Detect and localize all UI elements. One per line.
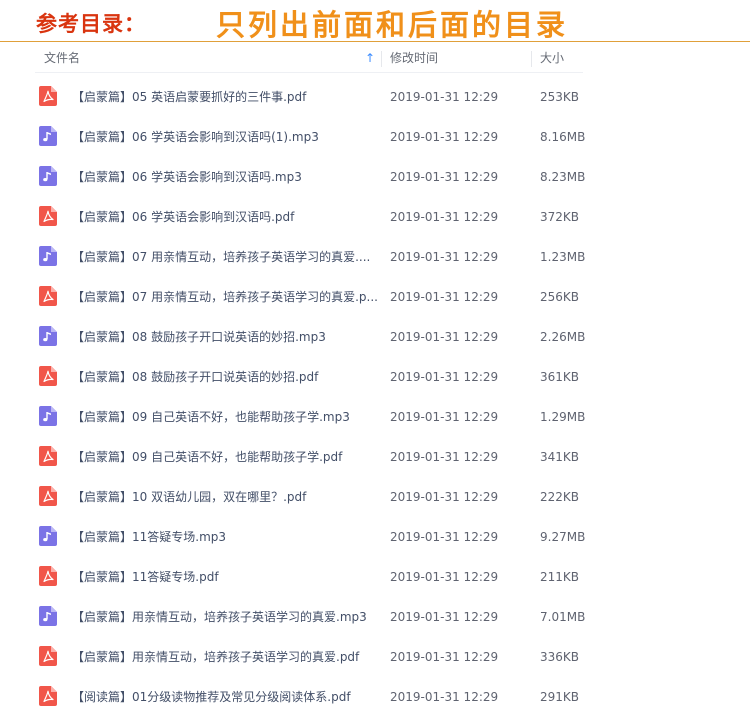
file-modified-time: 2019-01-31 12:29 <box>390 490 499 504</box>
file-row[interactable]: 【启蒙篇】10 双语幼儿园，双在哪里？.pdf 2019-01-31 12:29… <box>35 477 595 517</box>
pdf-icon <box>39 686 57 706</box>
file-modified-time: 2019-01-31 12:29 <box>390 650 499 664</box>
file-row[interactable]: 【启蒙篇】06 学英语会影响到汉语吗.mp3 2019-01-31 12:29 … <box>35 157 595 197</box>
file-row[interactable]: 【启蒙篇】06 学英语会影响到汉语吗.pdf 2019-01-31 12:29 … <box>35 197 595 237</box>
file-size: 291KB <box>540 690 580 704</box>
file-size: 1.23MB <box>540 250 586 264</box>
file-name[interactable]: 【启蒙篇】07 用亲情互动，培养孩子英语学习的真爱.p... <box>72 277 377 317</box>
banner-note: 只列出前面和后面的目录 <box>216 8 569 42</box>
file-modified-time: 2019-01-31 12:29 <box>390 410 499 424</box>
pdf-icon <box>39 486 57 506</box>
file-name[interactable]: 【启蒙篇】06 学英语会影响到汉语吗.mp3 <box>72 157 377 197</box>
file-size: 361KB <box>540 370 580 384</box>
file-name[interactable]: 【启蒙篇】08 鼓励孩子开口说英语的妙招.pdf <box>72 357 377 397</box>
file-row[interactable]: 【启蒙篇】05 英语启蒙要抓好的三件事.pdf 2019-01-31 12:29… <box>35 77 595 117</box>
file-name[interactable]: 【启蒙篇】用亲情互动，培养孩子英语学习的真爱.pdf <box>72 637 377 677</box>
file-modified-time: 2019-01-31 12:29 <box>390 330 499 344</box>
file-size: 336KB <box>540 650 580 664</box>
pdf-icon <box>39 366 57 386</box>
file-row[interactable]: 【启蒙篇】09 自己英语不好，也能帮助孩子学.mp3 2019-01-31 12… <box>35 397 595 437</box>
file-modified-time: 2019-01-31 12:29 <box>390 170 499 184</box>
file-row[interactable]: 【启蒙篇】08 鼓励孩子开口说英语的妙招.pdf 2019-01-31 12:2… <box>35 357 595 397</box>
file-name[interactable]: 【启蒙篇】06 学英语会影响到汉语吗.pdf <box>72 197 377 237</box>
file-name[interactable]: 【启蒙篇】11答疑专场.mp3 <box>72 517 377 557</box>
file-modified-time: 2019-01-31 12:29 <box>390 690 499 704</box>
file-size: 211KB <box>540 570 580 584</box>
file-modified-time: 2019-01-31 12:29 <box>390 290 499 304</box>
file-size: 9.27MB <box>540 530 586 544</box>
file-name[interactable]: 【启蒙篇】09 自己英语不好，也能帮助孩子学.pdf <box>72 437 377 477</box>
file-size: 1.29MB <box>540 410 586 424</box>
file-row[interactable]: 【启蒙篇】11答疑专场.pdf 2019-01-31 12:29 211KB <box>35 557 595 597</box>
banner: 参考目录： 只列出前面和后面的目录 <box>0 0 750 44</box>
music-file-icon <box>39 526 57 546</box>
pdf-icon <box>39 206 57 226</box>
file-row[interactable]: 【启蒙篇】11答疑专场.mp3 2019-01-31 12:29 9.27MB <box>35 517 595 557</box>
file-name[interactable]: 【启蒙篇】05 英语启蒙要抓好的三件事.pdf <box>72 77 377 117</box>
file-row[interactable]: 【启蒙篇】用亲情互动，培养孩子英语学习的真爱.pdf 2019-01-31 12… <box>35 637 595 677</box>
column-divider[interactable] <box>531 51 532 67</box>
banner-label: 参考目录： <box>36 11 146 36</box>
file-modified-time: 2019-01-31 12:29 <box>390 450 499 464</box>
file-name[interactable]: 【启蒙篇】10 双语幼儿园，双在哪里？.pdf <box>72 477 377 517</box>
music-file-icon <box>39 606 57 626</box>
banner-divider <box>0 41 750 42</box>
file-size: 253KB <box>540 90 580 104</box>
file-name[interactable]: 【启蒙篇】08 鼓励孩子开口说英语的妙招.mp3 <box>72 317 377 357</box>
pdf-icon <box>39 86 57 106</box>
pdf-icon <box>39 566 57 586</box>
column-header-modified[interactable]: 修改时间 <box>390 45 438 72</box>
music-file-icon <box>39 166 57 186</box>
file-size: 8.16MB <box>540 130 586 144</box>
pdf-icon <box>39 286 57 306</box>
file-row[interactable]: 【启蒙篇】09 自己英语不好，也能帮助孩子学.pdf 2019-01-31 12… <box>35 437 595 477</box>
file-size: 222KB <box>540 490 580 504</box>
column-header-size[interactable]: 大小 <box>540 45 564 72</box>
file-name[interactable]: 【启蒙篇】用亲情互动，培养孩子英语学习的真爱.mp3 <box>72 597 377 637</box>
file-name[interactable]: 【启蒙篇】07 用亲情互动，培养孩子英语学习的真爱.... <box>72 237 377 277</box>
file-size: 372KB <box>540 210 580 224</box>
file-modified-time: 2019-01-31 12:29 <box>390 570 499 584</box>
file-row[interactable]: 【启蒙篇】用亲情互动，培养孩子英语学习的真爱.mp3 2019-01-31 12… <box>35 597 595 637</box>
music-file-icon <box>39 246 57 266</box>
file-name[interactable]: 【启蒙篇】09 自己英语不好，也能帮助孩子学.mp3 <box>72 397 377 437</box>
file-modified-time: 2019-01-31 12:29 <box>390 610 499 624</box>
file-name[interactable]: 【阅读篇】01分级读物推荐及常见分级阅读体系.pdf <box>72 677 377 717</box>
sort-ascending-icon[interactable]: ↑ <box>365 45 375 72</box>
file-row[interactable]: 【启蒙篇】07 用亲情互动，培养孩子英语学习的真爱.p... 2019-01-3… <box>35 277 595 317</box>
column-header-name[interactable]: 文件名 <box>44 45 80 72</box>
music-file-icon <box>39 406 57 426</box>
file-modified-time: 2019-01-31 12:29 <box>390 130 499 144</box>
file-modified-time: 2019-01-31 12:29 <box>390 370 499 384</box>
file-size: 2.26MB <box>540 330 586 344</box>
file-row[interactable]: 【阅读篇】01分级读物推荐及常见分级阅读体系.pdf 2019-01-31 12… <box>35 677 595 717</box>
file-row[interactable]: 【启蒙篇】07 用亲情互动，培养孩子英语学习的真爱.... 2019-01-31… <box>35 237 595 277</box>
column-divider[interactable] <box>381 51 382 67</box>
file-modified-time: 2019-01-31 12:29 <box>390 90 499 104</box>
pdf-icon <box>39 646 57 666</box>
file-name[interactable]: 【启蒙篇】11答疑专场.pdf <box>72 557 377 597</box>
file-modified-time: 2019-01-31 12:29 <box>390 250 499 264</box>
file-size: 8.23MB <box>540 170 586 184</box>
pdf-icon <box>39 446 57 466</box>
file-name[interactable]: 【启蒙篇】06 学英语会影响到汉语吗(1).mp3 <box>72 117 377 157</box>
music-file-icon <box>39 126 57 146</box>
file-row[interactable]: 【启蒙篇】06 学英语会影响到汉语吗(1).mp3 2019-01-31 12:… <box>35 117 595 157</box>
file-size: 256KB <box>540 290 580 304</box>
music-file-icon <box>39 326 57 346</box>
file-row[interactable]: 【启蒙篇】08 鼓励孩子开口说英语的妙招.mp3 2019-01-31 12:2… <box>35 317 595 357</box>
file-list: 【启蒙篇】05 英语启蒙要抓好的三件事.pdf 2019-01-31 12:29… <box>35 77 595 717</box>
file-size: 7.01MB <box>540 610 586 624</box>
file-modified-time: 2019-01-31 12:29 <box>390 210 499 224</box>
file-modified-time: 2019-01-31 12:29 <box>390 530 499 544</box>
file-list-header: 文件名 ↑ 修改时间 大小 <box>35 45 583 73</box>
file-size: 341KB <box>540 450 580 464</box>
